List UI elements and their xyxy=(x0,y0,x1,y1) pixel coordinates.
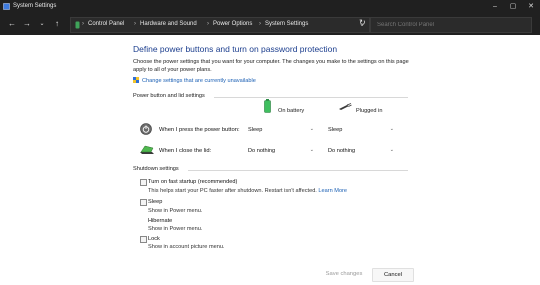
lock-description: Show in account picture menu. xyxy=(148,244,225,250)
change-settings-link[interactable]: Change settings that are currently unava… xyxy=(133,77,256,84)
chevron-down-icon: ⌄ xyxy=(389,126,394,132)
select-value: Do nothing xyxy=(328,148,356,154)
shutdown-section-title: Shutdown settings xyxy=(133,166,179,172)
fast-startup-label: Turn on fast startup (recommended) xyxy=(148,179,238,185)
change-settings-label: Change settings that are currently unava… xyxy=(142,78,256,84)
search-box[interactable] xyxy=(370,17,532,33)
select-value: Do nothing xyxy=(248,148,276,154)
navigation-bar: ← → ⌄ ↑ › Control Panel › Hardware and S… xyxy=(0,13,540,35)
control-panel-icon xyxy=(75,21,80,29)
breadcrumb-power-options[interactable]: Power Options xyxy=(213,21,252,27)
lock-label: Lock xyxy=(148,236,160,242)
breadcrumb-system-settings[interactable]: System Settings xyxy=(265,21,308,27)
sleep-description: Show in Power menu. xyxy=(148,208,203,214)
battery-icon xyxy=(264,99,271,113)
fast-startup-checkbox[interactable] xyxy=(140,179,147,186)
chevron-down-icon: ⌄ xyxy=(309,147,314,153)
back-arrow-icon[interactable]: ← xyxy=(7,19,17,29)
breadcrumb-control-panel[interactable]: Control Panel xyxy=(88,21,124,27)
breadcrumb-separator-icon: › xyxy=(207,21,209,27)
hibernate-label: Hibernate xyxy=(148,218,173,224)
address-bar[interactable]: › Control Panel › Hardware and Sound › P… xyxy=(70,17,370,33)
save-changes-button[interactable]: Save changes xyxy=(318,268,370,280)
page-title: Define power buttons and turn on passwor… xyxy=(133,44,338,54)
recent-locations-chevron-icon[interactable]: ⌄ xyxy=(37,19,47,29)
power-section-title: Power button and lid settings xyxy=(133,93,205,99)
select-value: Sleep xyxy=(328,127,343,133)
power-button-icon xyxy=(140,123,152,135)
lock-checkbox[interactable] xyxy=(140,236,147,243)
power-button-plugged-in-select[interactable]: Sleep ⌄ xyxy=(326,126,396,135)
maximize-button[interactable]: ▢ xyxy=(504,0,522,13)
column-plugged-in: Plugged in xyxy=(356,108,383,114)
learn-more-link[interactable]: Learn More xyxy=(318,188,347,194)
lid-close-plugged-in-select[interactable]: Do nothing ⌄ xyxy=(326,147,396,156)
minimize-button[interactable]: – xyxy=(486,0,504,13)
select-value: Sleep xyxy=(248,127,263,133)
breadcrumb-separator-icon: › xyxy=(82,21,84,27)
chevron-down-icon: ⌄ xyxy=(309,126,314,132)
column-on-battery: On battery xyxy=(278,108,305,114)
main-content: Define power buttons and turn on passwor… xyxy=(0,35,540,285)
uac-shield-icon xyxy=(133,77,139,83)
section-divider xyxy=(188,170,408,171)
up-arrow-icon[interactable]: ↑ xyxy=(52,19,62,29)
chevron-down-icon: ⌄ xyxy=(389,147,394,153)
section-divider xyxy=(214,97,408,98)
hibernate-description: Show in Power menu. xyxy=(148,226,203,232)
breadcrumb-separator-icon: › xyxy=(134,21,136,27)
title-bar: System Settings – ▢ ✕ xyxy=(0,0,540,13)
app-icon xyxy=(3,3,10,10)
power-plug-icon xyxy=(339,103,352,110)
breadcrumb-hardware-and-sound[interactable]: Hardware and Sound xyxy=(140,21,197,27)
power-button-row-label: When I press the power button: xyxy=(159,127,240,133)
breadcrumb-separator-icon: › xyxy=(259,21,261,27)
fast-startup-description: This helps start your PC faster after sh… xyxy=(148,188,347,194)
fast-startup-desc-text: This helps start your PC faster after sh… xyxy=(148,188,317,194)
sleep-label: Sleep xyxy=(148,199,163,205)
cancel-button[interactable]: Cancel xyxy=(372,268,414,282)
lid-close-on-battery-select[interactable]: Do nothing ⌄ xyxy=(246,147,316,156)
refresh-icon[interactable]: ↻ xyxy=(359,18,366,27)
power-button-on-battery-select[interactable]: Sleep ⌄ xyxy=(246,126,316,135)
laptop-lid-icon xyxy=(140,145,154,154)
search-input[interactable] xyxy=(377,20,517,30)
forward-arrow-icon[interactable]: → xyxy=(22,19,32,29)
lid-close-row-label: When I close the lid: xyxy=(159,148,212,154)
window-title: System Settings xyxy=(13,3,57,9)
intro-text: Choose the power settings that you want … xyxy=(133,59,409,73)
close-button[interactable]: ✕ xyxy=(522,0,540,13)
sleep-checkbox[interactable] xyxy=(140,199,147,206)
